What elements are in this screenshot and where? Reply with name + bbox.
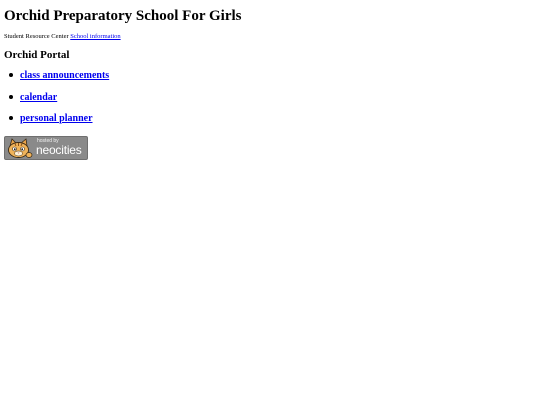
subtitle-line: Student Resource Center School informati…	[4, 33, 121, 40]
neocities-brand-text: neocities	[36, 143, 82, 157]
bullet-icon	[9, 94, 13, 99]
list-item: personal planner	[4, 113, 109, 135]
calendar-link[interactable]: calendar	[20, 92, 57, 103]
subtitle-text: Student Resource Center	[4, 33, 69, 40]
portal-link-list: class announcements calendar personal pl…	[4, 70, 109, 135]
hosted-by-neocities-badge[interactable]: hosted by neocities	[4, 136, 88, 160]
school-information-link[interactable]: School information	[70, 33, 120, 40]
portal-heading: Orchid Portal	[4, 49, 70, 61]
bullet-icon	[9, 116, 13, 120]
class-announcements-link[interactable]: class announcements	[20, 70, 109, 81]
list-item: calendar	[4, 92, 109, 114]
bullet-icon	[9, 73, 13, 77]
page-title: Orchid Preparatory School For Girls	[4, 8, 242, 24]
neocities-cat-icon	[8, 138, 33, 158]
personal-planner-link[interactable]: personal planner	[20, 113, 93, 124]
list-item: class announcements	[4, 70, 109, 92]
